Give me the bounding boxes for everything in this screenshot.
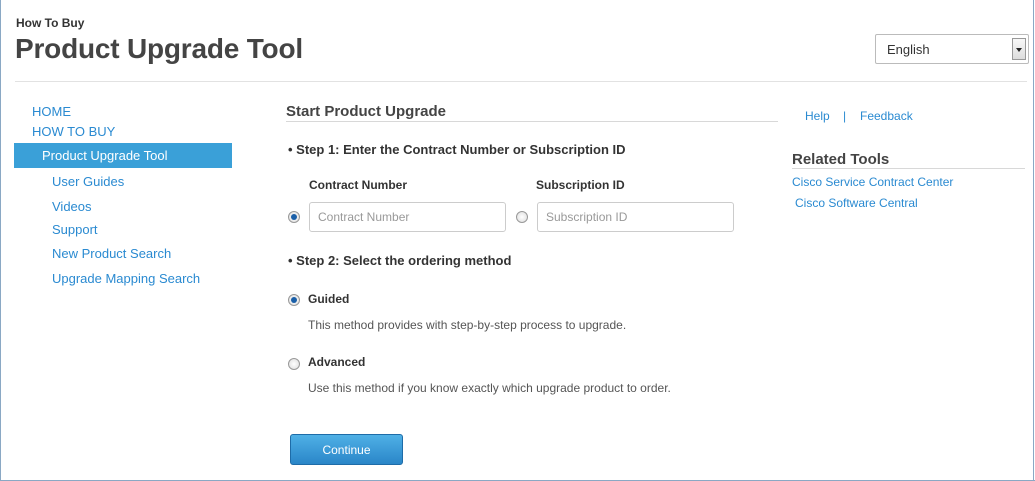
guided-option-description: This method provides with step-by-step p… [308,318,627,332]
related-tools-title: Related Tools [792,151,890,168]
step1-heading: • Step 1: Enter the Contract Number or S… [288,142,626,157]
related-link-service-contract-center[interactable]: Cisco Service Contract Center [792,175,953,189]
nav-item-videos[interactable]: Videos [52,199,92,214]
subscription-id-radio[interactable] [516,211,528,223]
guided-option-label[interactable]: Guided [308,292,349,306]
nav-item-how-to-buy[interactable]: HOW TO BUY [32,124,115,139]
continue-button[interactable]: Continue [290,434,403,465]
advanced-option-description: Use this method if you know exactly whic… [308,381,671,395]
advanced-option-label[interactable]: Advanced [308,355,365,369]
window-border-left [0,0,1,481]
nav-item-support[interactable]: Support [52,222,98,237]
chevron-down-icon[interactable] [1012,38,1026,60]
subscription-id-label: Subscription ID [536,178,625,192]
nav-item-product-upgrade-tool[interactable]: Product Upgrade Tool [14,143,232,168]
contract-number-radio[interactable] [288,211,300,223]
advanced-radio[interactable] [288,358,300,370]
section-divider [286,121,778,122]
guided-radio[interactable] [288,294,300,306]
header-divider [15,81,1027,82]
subscription-id-input[interactable] [537,202,734,232]
nav-item-upgrade-mapping-search[interactable]: Upgrade Mapping Search [52,271,200,286]
nav-item-home[interactable]: HOME [32,104,71,119]
related-link-software-central[interactable]: Cisco Software Central [795,196,918,210]
header-eyebrow: How To Buy [16,16,85,30]
section-title: Start Product Upgrade [286,103,447,120]
step2-heading: • Step 2: Select the ordering method [288,253,512,268]
feedback-link[interactable]: Feedback [860,109,913,123]
related-tools-divider [792,168,1025,169]
window-border-right [1033,0,1034,481]
nav-item-label: Product Upgrade Tool [42,148,168,163]
nav-item-user-guides[interactable]: User Guides [52,174,124,189]
help-feedback-separator: | [843,109,847,123]
help-link[interactable]: Help [805,109,830,123]
language-select-value: English [887,42,930,57]
nav-item-new-product-search[interactable]: New Product Search [52,246,171,261]
page-title: Product Upgrade Tool [15,33,303,64]
language-select[interactable]: English [875,34,1029,64]
contract-number-input[interactable] [309,202,506,232]
contract-number-label: Contract Number [309,178,408,192]
